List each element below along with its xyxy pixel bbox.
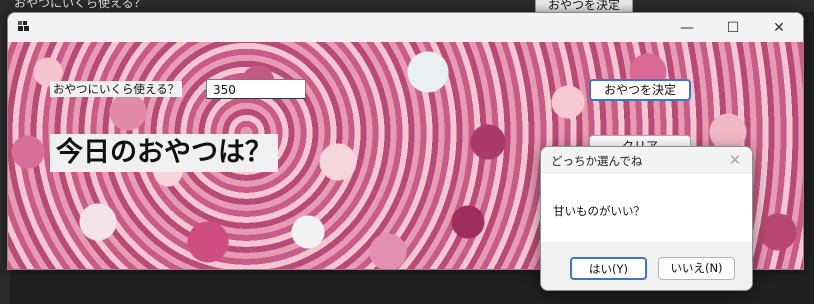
budget-label: おやつにいくら使える？ bbox=[50, 81, 183, 97]
close-icon: ✕ bbox=[773, 19, 785, 36]
dialog-message: 甘いものがいい？ bbox=[553, 204, 645, 218]
yes-button[interactable]: はい(Y) bbox=[570, 257, 647, 280]
no-button[interactable]: いいえ(N) bbox=[658, 257, 735, 280]
close-button[interactable]: ✕ bbox=[756, 13, 802, 42]
budget-input[interactable]: 350 bbox=[206, 79, 306, 99]
choice-dialog: どっちか選んでね ✕ 甘いものがいい？ はい(Y) いいえ(N) bbox=[540, 146, 753, 291]
minimize-icon: — bbox=[680, 19, 694, 36]
dialog-title-bar[interactable]: どっちか選んでね ✕ bbox=[541, 147, 752, 174]
maximize-icon: ☐ bbox=[726, 19, 740, 36]
minimize-button[interactable]: — bbox=[664, 13, 710, 42]
result-label: 今日のおやつは？ bbox=[50, 134, 278, 172]
background-budget-label: おやつにいくら使える？ bbox=[14, 0, 146, 10]
dialog-body: 甘いものがいい？ bbox=[541, 174, 752, 242]
dialog-title: どっちか選んでね bbox=[551, 154, 643, 168]
dialog-close-icon[interactable]: ✕ bbox=[724, 149, 746, 171]
app-icon bbox=[18, 21, 29, 31]
maximize-button[interactable]: ☐ bbox=[710, 13, 756, 42]
decide-button[interactable]: おやつを決定 bbox=[589, 79, 691, 101]
title-bar[interactable]: — ☐ ✕ bbox=[8, 13, 803, 42]
dialog-footer: はい(Y) いいえ(N) bbox=[541, 242, 752, 290]
